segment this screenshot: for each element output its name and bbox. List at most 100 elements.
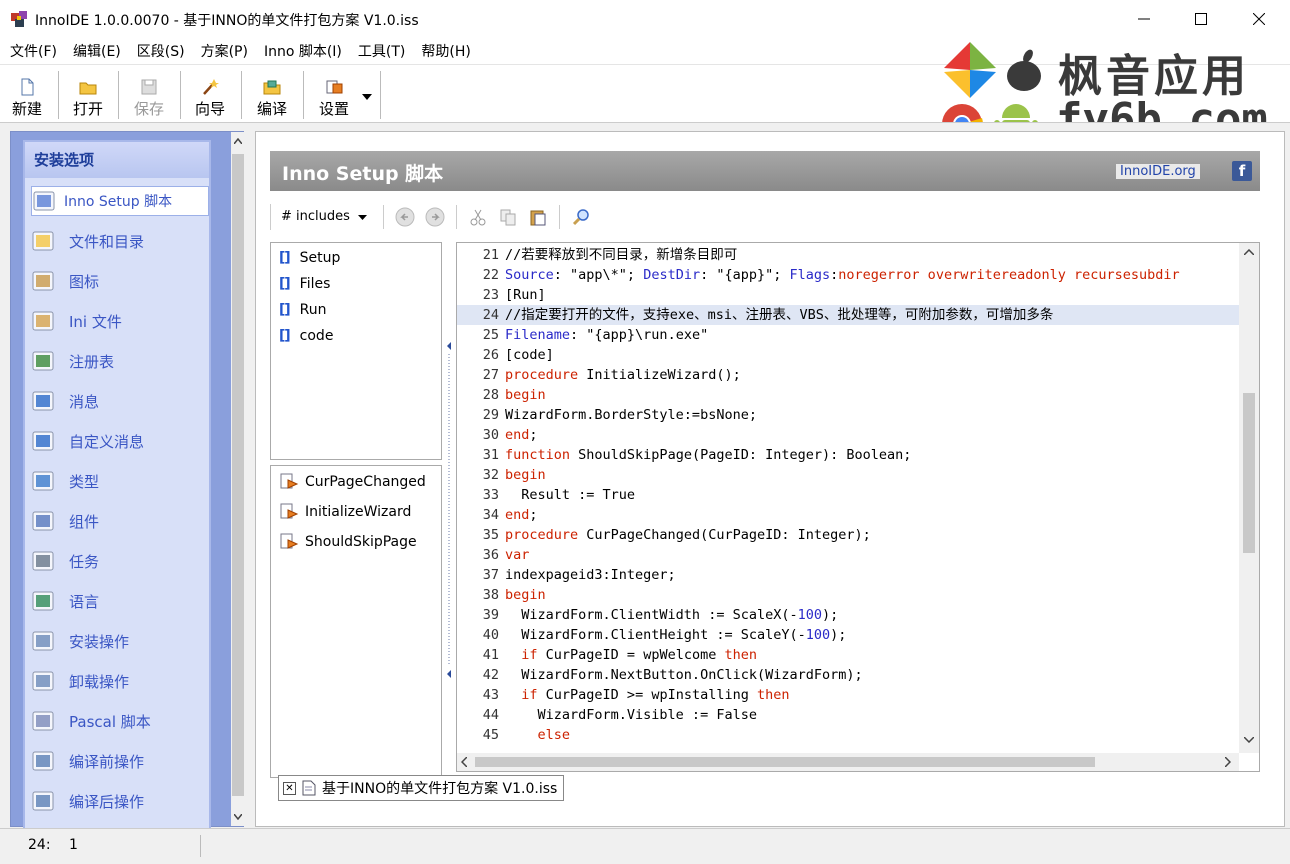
sidebar-scroll-thumb[interactable]	[232, 154, 244, 796]
close-tab-icon[interactable]: ✕	[283, 781, 296, 795]
close-button[interactable]	[1230, 0, 1288, 38]
code-line[interactable]: 27 procedure InitializeWizard();	[457, 365, 1239, 385]
code-text: WizardForm.BorderStyle:=bsNone;	[505, 407, 757, 423]
section-node[interactable]: [ ] Run	[279, 300, 327, 320]
code-line[interactable]: 32 begin	[457, 465, 1239, 485]
code-text: if CurPageID = wpWelcome then	[521, 647, 757, 663]
code-line[interactable]: 24 //指定要打开的文件，支持exe、msi、注册表、VBS、批处理等，可附加参…	[457, 305, 1239, 325]
code-line[interactable]: 34 end;	[457, 505, 1239, 525]
section-node[interactable]: [ ] Setup	[279, 248, 340, 268]
function-node[interactable]: ShouldSkipPage	[279, 532, 417, 552]
status-bar: 24: 1	[0, 828, 1290, 864]
sidebar-item[interactable]: 安装操作	[31, 626, 209, 656]
code-line[interactable]: 23 [Run]	[457, 285, 1239, 305]
sidebar-item-label: 文件和目录	[69, 232, 145, 251]
menu-help[interactable]: 帮助(H)	[413, 41, 478, 61]
section-label: code	[299, 328, 334, 344]
function-icon	[280, 503, 299, 519]
section-node[interactable]: [ ] Files	[279, 274, 330, 294]
code-line[interactable]: 37 indexpageid3:Integer;	[457, 565, 1239, 585]
code-line[interactable]: 29 WizardForm.BorderStyle:=bsNone;	[457, 405, 1239, 425]
minimize-button[interactable]	[1115, 0, 1173, 38]
sidebar-item[interactable]: 编译后操作	[31, 786, 209, 816]
code-line[interactable]: 30 end;	[457, 425, 1239, 445]
sidebar-scrollbar[interactable]	[231, 132, 245, 826]
function-node[interactable]: CurPageChanged	[279, 472, 426, 492]
save-button[interactable]: 保存	[132, 69, 166, 119]
sidebar-item[interactable]: 编译前操作	[31, 746, 209, 776]
code-line[interactable]: 22 Source: "app\*"; DestDir: "{app}"; Fla…	[457, 265, 1239, 285]
windows-logo-icon	[944, 42, 996, 98]
redo-icon[interactable]	[424, 206, 446, 228]
pane-splitter[interactable]	[445, 242, 453, 778]
sidebar-item[interactable]: 类型	[31, 466, 209, 496]
code-line[interactable]: 42 WizardForm.NextButton.OnClick(WizardF…	[457, 665, 1239, 685]
sidebar-item[interactable]: Pascal 脚本	[31, 706, 209, 736]
code-line[interactable]: 45 else	[457, 725, 1239, 745]
tasks-icon	[32, 551, 54, 571]
menu-edit[interactable]: 编辑(E)	[65, 41, 129, 61]
menu-inno-script[interactable]: Inno 脚本(I)	[256, 41, 350, 61]
menu-file[interactable]: 文件(F)	[2, 41, 65, 61]
code-line[interactable]: 41 if CurPageID = wpWelcome then	[457, 645, 1239, 665]
compile-button[interactable]: 编译	[255, 69, 289, 119]
code-text: Filename: "{app}\run.exe"	[505, 327, 709, 343]
editor-hscroll-thumb[interactable]	[475, 757, 1095, 767]
editor-hscrollbar[interactable]	[457, 753, 1239, 771]
function-label: ShouldSkipPage	[305, 534, 417, 550]
sidebar-item[interactable]: 组件	[31, 506, 209, 536]
code-line[interactable]: 36 var	[457, 545, 1239, 565]
line-number: 24	[482, 307, 499, 323]
new-button[interactable]: 新建	[10, 69, 44, 119]
settings-dropdown-arrow[interactable]	[362, 89, 372, 104]
menu-project[interactable]: 方案(P)	[193, 41, 256, 61]
sidebar-item[interactable]: 语言	[31, 586, 209, 616]
code-line[interactable]: 35 procedure CurPageChanged(CurPageID: In…	[457, 525, 1239, 545]
sidebar-item[interactable]: 图标	[31, 266, 209, 296]
wizard-button[interactable]: 向导	[193, 69, 227, 119]
cut-icon[interactable]	[467, 206, 489, 228]
paste-icon[interactable]	[527, 206, 549, 228]
sidebar-item[interactable]: 注册表	[31, 346, 209, 376]
code-line[interactable]: 40 WizardForm.ClientHeight := ScaleY(-10…	[457, 625, 1239, 645]
sidebar-item[interactable]: 文件和目录	[31, 226, 209, 256]
file-tab[interactable]: ✕ 基于INNO的单文件打包方案 V1.0.iss	[278, 775, 565, 801]
settings-button[interactable]: 设置	[317, 69, 351, 119]
search-icon[interactable]	[570, 206, 592, 228]
facebook-icon[interactable]: f	[1232, 161, 1252, 181]
sidebar-item[interactable]: 自定义消息	[31, 426, 209, 456]
sidebar-item[interactable]: Ini 文件	[31, 306, 209, 336]
code-line[interactable]: 31 function ShouldSkipPage(PageID: Intege…	[457, 445, 1239, 465]
code-line[interactable]: 33 Result := True	[457, 485, 1239, 505]
copy-icon[interactable]	[497, 206, 519, 228]
open-button[interactable]: 打开	[71, 69, 105, 119]
code-editor[interactable]: 21 //若要释放到不同目录，新增条目即可 22 Source: "app\*"; D…	[456, 242, 1260, 772]
minimize-icon	[1138, 18, 1150, 20]
innoide-link[interactable]: InnoIDE.org	[1116, 164, 1200, 179]
undo-icon[interactable]	[394, 206, 416, 228]
section-node[interactable]: [ ] code	[279, 326, 333, 346]
editor-vscroll-thumb[interactable]	[1243, 393, 1255, 553]
sidebar-item[interactable]: 卸载操作	[31, 666, 209, 696]
code-line[interactable]: 25 Filename: "{app}\run.exe"	[457, 325, 1239, 345]
sidebar-item[interactable]: Inno Setup 脚本	[31, 186, 209, 216]
code-line[interactable]: 26 [code]	[457, 345, 1239, 365]
includes-dropdown[interactable]: # includes	[270, 204, 377, 230]
menu-section[interactable]: 区段(S)	[129, 41, 193, 61]
maximize-button[interactable]	[1172, 0, 1230, 38]
splitter-icon	[447, 342, 451, 678]
sidebar-item[interactable]: 任务	[31, 546, 209, 576]
menu-tools[interactable]: 工具(T)	[350, 41, 413, 61]
status-col: 1	[68, 837, 78, 853]
sidebar-item[interactable]: 消息	[31, 386, 209, 416]
editor-vscrollbar[interactable]	[1239, 243, 1259, 753]
code-line[interactable]: 21 //若要释放到不同目录，新增条目即可	[457, 245, 1239, 265]
app-icon	[11, 11, 27, 27]
code-line[interactable]: 38 begin	[457, 585, 1239, 605]
code-line[interactable]: 28 begin	[457, 385, 1239, 405]
code-line[interactable]: 43 if CurPageID >= wpInstalling then	[457, 685, 1239, 705]
save-label: 保存	[133, 100, 164, 118]
code-line[interactable]: 39 WizardForm.ClientWidth := ScaleX(-100…	[457, 605, 1239, 625]
code-line[interactable]: 44 WizardForm.Visible := False	[457, 705, 1239, 725]
function-node[interactable]: InitializeWizard	[279, 502, 411, 522]
